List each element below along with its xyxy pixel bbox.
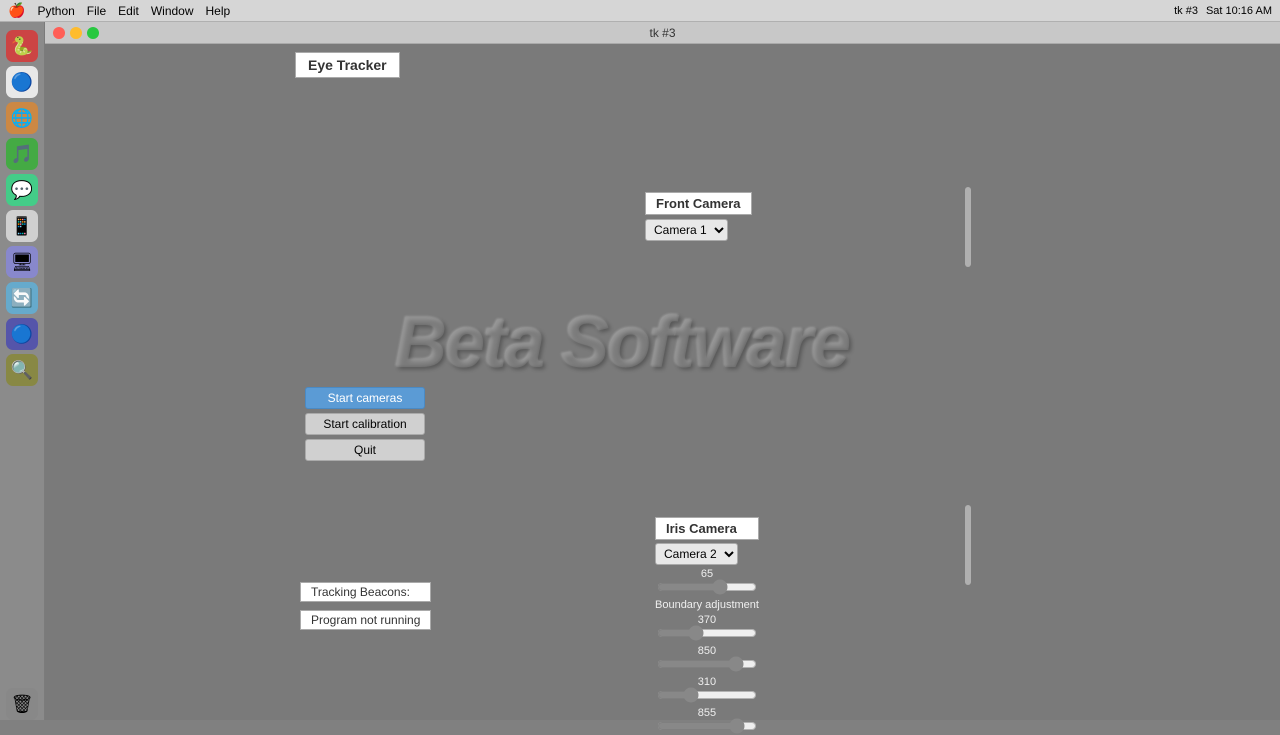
- dock-icon-trash[interactable]: 🗑: [6, 688, 38, 720]
- iris-slider-3-container: [657, 658, 757, 673]
- front-camera-select[interactable]: Camera 1 Camera 2 Camera 3: [645, 219, 728, 241]
- dock-icon-8[interactable]: 🔵: [6, 318, 38, 350]
- iris-slider-2-container: [657, 627, 757, 642]
- menu-edit[interactable]: Edit: [118, 4, 139, 18]
- iris-slider-4-container: [657, 689, 757, 704]
- menu-help[interactable]: Help: [206, 4, 231, 18]
- menu-python[interactable]: Python: [37, 4, 74, 18]
- iris-slider-5-container: [657, 720, 757, 735]
- close-button[interactable]: [53, 27, 65, 39]
- dock-icon-4[interactable]: 💬: [6, 174, 38, 206]
- quit-button[interactable]: Quit: [305, 439, 425, 461]
- iris-camera-section: Iris Camera Camera 1 Camera 2 Camera 3 6…: [655, 517, 759, 735]
- watermark: Beta Software: [395, 302, 849, 384]
- iris-camera-select-row: Camera 1 Camera 2 Camera 3: [655, 543, 759, 565]
- iris-camera-indicator: [965, 505, 971, 585]
- iris-slider-3-group: 850: [655, 645, 759, 673]
- main-content: tk #3 Eye Tracker Beta Software Start ca…: [45, 22, 1280, 720]
- front-camera-select-row: Camera 1 Camera 2 Camera 3: [645, 219, 752, 241]
- app-title: Eye Tracker: [295, 52, 400, 78]
- window-controls: [53, 27, 99, 39]
- buttons-area: Start cameras Start calibration Quit: [305, 387, 425, 461]
- window-title: tk #3: [649, 26, 675, 40]
- iris-camera-label: Iris Camera: [655, 517, 759, 540]
- iris-slider-1-group: 65: [655, 568, 759, 596]
- iris-slider-1[interactable]: [657, 581, 757, 593]
- tracking-beacons-status: Tracking Beacons:: [300, 582, 431, 602]
- clock: Sat 10:16 AM: [1206, 5, 1272, 17]
- front-camera-section: Front Camera Camera 1 Camera 2 Camera 3: [645, 192, 752, 241]
- dock-icon-6[interactable]: 🖥: [6, 246, 38, 278]
- dock-icon-7[interactable]: 🔄: [6, 282, 38, 314]
- window-titlebar: tk #3: [45, 22, 1280, 44]
- status-area: Tracking Beacons: Program not running: [300, 582, 431, 630]
- start-cameras-button[interactable]: Start cameras: [305, 387, 425, 409]
- iris-slider-2[interactable]: [657, 627, 757, 639]
- start-calibration-button[interactable]: Start calibration: [305, 413, 425, 435]
- menu-file[interactable]: File: [87, 4, 106, 18]
- iris-slider-4-group: 310: [655, 676, 759, 704]
- window-title-bar: tk #3: [1174, 5, 1198, 17]
- dock-icon-5[interactable]: 📱: [6, 210, 38, 242]
- front-camera-indicator: [965, 187, 971, 267]
- dock: 🐍 🔵 🌐 🎵 💬 📱 🖥 🔄 🔵 🔍 🗑: [0, 22, 45, 720]
- front-camera-label: Front Camera: [645, 192, 752, 215]
- iris-slider-5[interactable]: [657, 720, 757, 732]
- dock-icon-3[interactable]: 🎵: [6, 138, 38, 170]
- boundary-adjustment-label: Boundary adjustment: [655, 599, 759, 611]
- menu-window[interactable]: Window: [151, 4, 194, 18]
- dock-icon-9[interactable]: 🔍: [6, 354, 38, 386]
- iris-slider-4[interactable]: [657, 689, 757, 701]
- dock-icon-0[interactable]: 🐍: [6, 30, 38, 62]
- menubar: 🍎 Python File Edit Window Help tk #3 Sat…: [0, 0, 1280, 22]
- iris-slider-1-container: [657, 581, 757, 596]
- dock-icon-1[interactable]: 🔵: [6, 66, 38, 98]
- iris-slider-2-group: 370: [655, 614, 759, 642]
- apple-menu[interactable]: 🍎: [8, 2, 25, 19]
- minimize-button[interactable]: [70, 27, 82, 39]
- maximize-button[interactable]: [87, 27, 99, 39]
- iris-slider-3[interactable]: [657, 658, 757, 670]
- program-status: Program not running: [300, 610, 431, 630]
- dock-icon-2[interactable]: 🌐: [6, 102, 38, 134]
- iris-camera-select[interactable]: Camera 1 Camera 2 Camera 3: [655, 543, 738, 565]
- iris-slider-5-group: 855: [655, 707, 759, 735]
